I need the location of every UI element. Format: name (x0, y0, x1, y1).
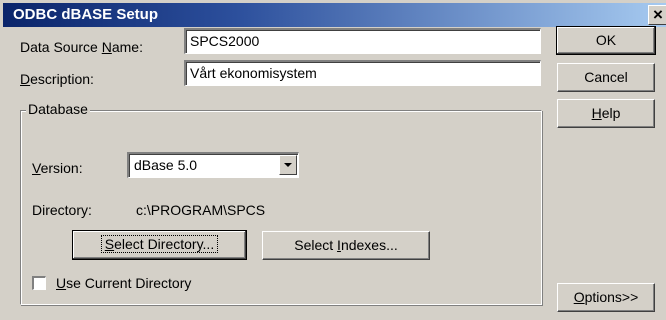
directory-value: c:\PROGRAM\SPCS (136, 202, 266, 218)
chevron-down-icon[interactable] (279, 155, 297, 175)
directory-label: Directory: (32, 202, 92, 218)
version-dropdown-value: dBase 5.0 (134, 157, 198, 173)
version-label: Version: (32, 160, 83, 176)
description-label: Description: (20, 71, 94, 87)
version-dropdown[interactable]: dBase 5.0 (127, 152, 299, 178)
help-button[interactable]: Help (557, 99, 655, 128)
select-indexes-button-label: Select Indexes... (294, 237, 398, 253)
data-source-name-input[interactable]: SPCS2000 (184, 28, 541, 54)
description-input[interactable]: Vårt ekonomisystem (184, 60, 541, 86)
ok-button-label: OK (595, 32, 617, 48)
select-indexes-button[interactable]: Select Indexes... (262, 231, 430, 260)
ok-button[interactable]: OK (556, 26, 656, 55)
select-directory-button[interactable]: Select Directory... (72, 230, 247, 260)
help-button-label: Help (591, 105, 621, 121)
use-current-directory-checkbox[interactable] (32, 276, 46, 290)
window-title: ODBC dBASE Setup (13, 6, 159, 23)
title-bar[interactable]: ODBC dBASE Setup × (3, 3, 666, 27)
cancel-button[interactable]: Cancel (557, 63, 655, 92)
use-current-directory-label[interactable]: Use Current Directory (56, 275, 191, 291)
cancel-button-label: Cancel (584, 69, 628, 85)
odbc-dbase-setup-dialog: ODBC dBASE Setup × Data Source Name: SPC… (0, 0, 666, 320)
select-directory-button-label: Select Directory... (100, 235, 219, 253)
close-icon: × (653, 5, 663, 24)
close-button[interactable]: × (648, 5, 666, 25)
options-button-label: Options>> (573, 289, 639, 305)
options-button[interactable]: Options>> (557, 283, 655, 312)
database-group-title: Database (26, 101, 90, 117)
data-source-name-label: Data Source Name: (20, 39, 143, 55)
